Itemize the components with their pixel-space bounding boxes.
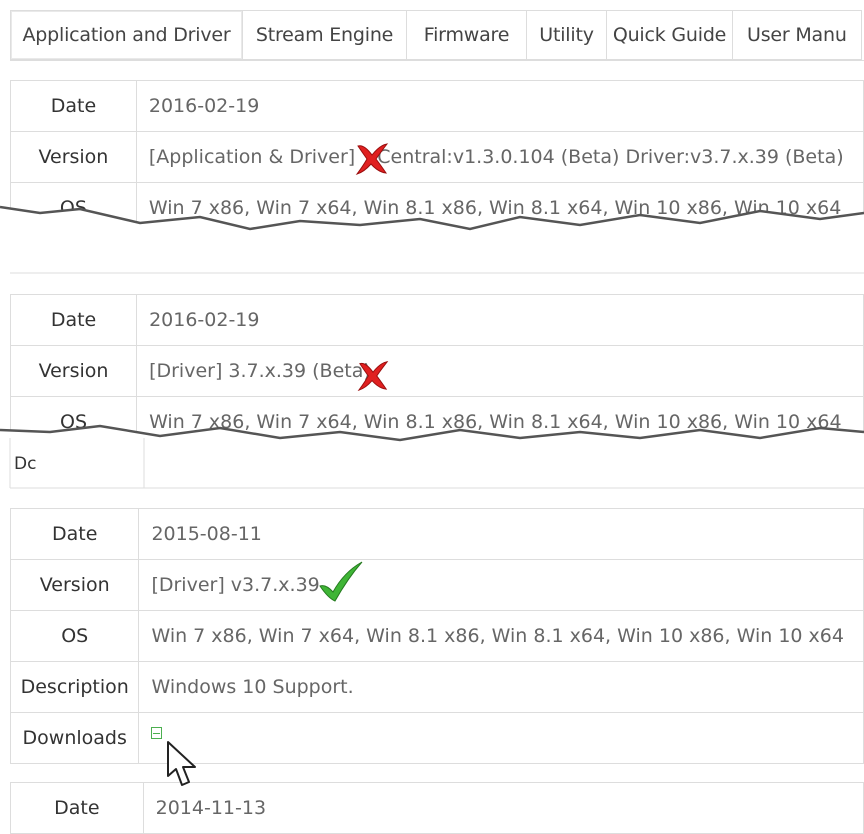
tab-stream-engine[interactable]: Stream Engine	[242, 10, 406, 60]
date-label: Date	[9, 294, 138, 346]
date-value: 2016-02-19	[136, 294, 864, 346]
version-rest: Central:v1.3.0.104 (Beta) Driver:v3.7.x.…	[377, 146, 844, 168]
downloads-value	[138, 712, 864, 764]
tab-user-manual[interactable]: User Manu	[732, 10, 862, 60]
table-row: Version [Driver] v3.7.x.39	[9, 559, 864, 611]
table-row: Description Windows 10 Support.	[9, 661, 864, 713]
table-row: Downloads	[9, 712, 864, 764]
version-prefix: [Application & Driver]	[148, 146, 362, 168]
table-row: Version [Application & Driver] Central:v…	[10, 131, 864, 183]
table-row: Date 2015-08-11	[9, 508, 864, 560]
release-record: Date 2014-11-13	[10, 782, 864, 834]
tab-utility[interactable]: Utility	[526, 10, 606, 60]
date-label: Date	[10, 782, 144, 834]
version-label: Version	[9, 345, 138, 397]
tab-bar: Application and Driver Stream Engine Fir…	[10, 10, 864, 61]
description-label: Description	[9, 661, 140, 713]
version-label: Version	[10, 131, 137, 183]
downloads-label: Downloads	[9, 712, 140, 764]
tab-application-and-driver[interactable]: Application and Driver	[10, 10, 242, 60]
tab-firmware[interactable]: Firmware	[406, 10, 526, 60]
date-value: 2016-02-19	[135, 80, 864, 132]
table-row: Date 2016-02-19	[9, 294, 864, 346]
green-check-icon	[319, 561, 363, 602]
date-label: Date	[9, 508, 140, 560]
torn-edge	[0, 205, 864, 280]
table-row: OS Win 7 x86, Win 7 x64, Win 8.1 x86, Wi…	[9, 610, 864, 662]
version-value: [Application & Driver] Central:v1.3.0.10…	[135, 131, 864, 183]
description-value: Windows 10 Support.	[138, 661, 864, 713]
table-row: Version [Driver] 3.7.x.39 (Beta)	[9, 345, 864, 397]
date-label: Date	[10, 80, 137, 132]
version-value: [Driver] 3.7.x.39 (Beta)	[136, 345, 864, 397]
release-record: Date 2015-08-11 Version [Driver] v3.7.x.…	[9, 508, 864, 764]
os-value: Win 7 x86, Win 7 x64, Win 8.1 x86, Win 8…	[138, 610, 864, 662]
mouse-cursor-icon	[167, 741, 196, 786]
table-row: Date 2014-11-13	[10, 782, 864, 834]
description-label-fragment: Dc	[14, 454, 37, 474]
date-value: 2014-11-13	[142, 782, 864, 834]
version-value: [Driver] v3.7.x.39	[138, 559, 864, 611]
os-label: OS	[9, 610, 140, 662]
version-label: Version	[9, 559, 140, 611]
red-x-icon	[357, 361, 389, 391]
torn-edge	[0, 424, 864, 490]
floppy-disk-icon[interactable]	[151, 726, 163, 739]
table-row: Date 2016-02-19	[10, 80, 864, 132]
date-value: 2015-08-11	[138, 508, 864, 560]
tab-quick-guide[interactable]: Quick Guide	[606, 10, 732, 60]
red-x-icon	[355, 143, 389, 175]
